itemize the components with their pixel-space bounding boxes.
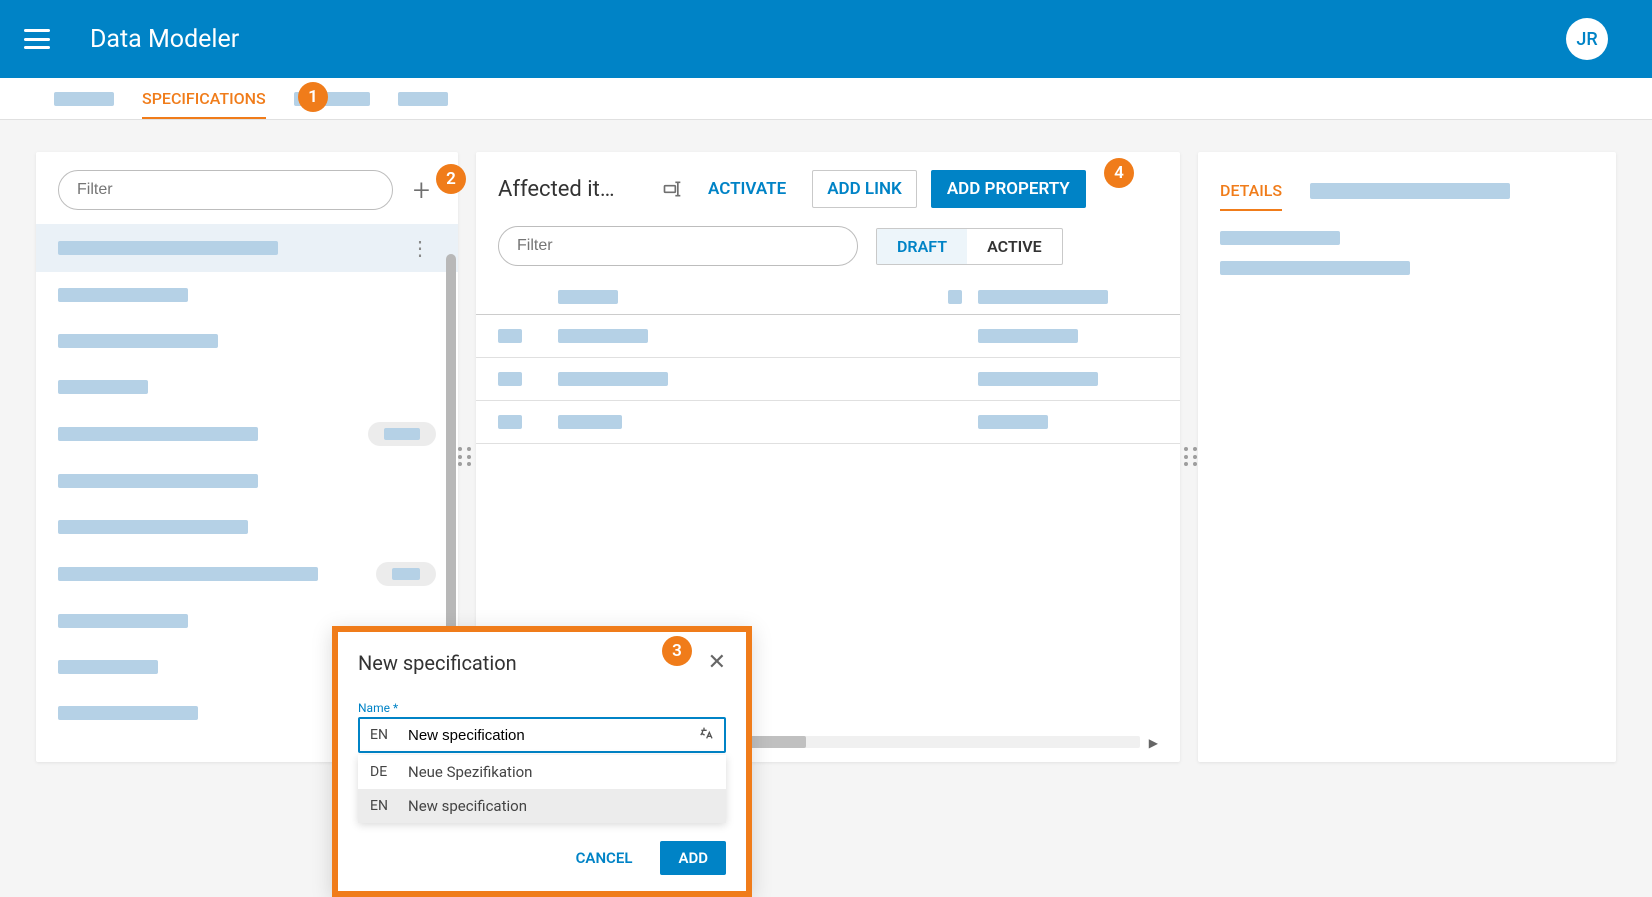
tab-bar: SPECIFICATIONS [0,78,1652,120]
filter-input[interactable] [517,237,839,255]
panel-title: Affected it… [498,177,648,202]
list-item[interactable] [36,550,458,598]
callout-1: 1 [298,82,328,112]
list-item[interactable] [36,410,458,458]
dropdown-option[interactable]: DE Neue Spezifikation [358,755,726,789]
draft-toggle[interactable]: DRAFT [877,229,967,264]
cancel-button[interactable]: CANCEL [562,841,647,875]
callout-3: 3 [662,636,692,666]
add-spec-button[interactable]: + [407,173,436,208]
badge [368,422,436,446]
badge [376,562,436,586]
tab-item[interactable] [54,92,114,106]
app-title: Data Modeler [90,25,239,54]
callout-4: 4 [1104,158,1134,188]
scroll-right-icon[interactable]: ▶ [1149,736,1158,750]
close-icon[interactable]: ✕ [708,650,726,675]
tab-details[interactable]: DETAILS [1220,170,1282,211]
filter-input-wrapper [498,226,858,266]
table-row[interactable] [476,358,1180,401]
active-toggle[interactable]: ACTIVE [967,229,1062,264]
lang-dropdown: DE Neue Spezifikation EN New specificati… [358,755,726,823]
filter-input-wrapper [58,170,393,210]
panel-details: DETAILS [1198,152,1616,762]
detail-row [1220,261,1410,275]
drag-handle-icon[interactable] [458,447,472,467]
app-header: Data Modeler JR [0,0,1652,78]
dialog-title: New specification [358,651,517,675]
tab-specifications[interactable]: SPECIFICATIONS [142,78,266,119]
avatar[interactable]: JR [1566,18,1608,60]
tab-item[interactable] [398,92,448,106]
add-link-button[interactable]: ADD LINK [812,170,917,208]
name-input[interactable] [408,727,688,744]
table-row[interactable] [476,401,1180,444]
callout-2: 2 [436,164,466,194]
table-header [476,280,1180,315]
list-item[interactable] [36,318,458,364]
rename-icon[interactable] [662,179,682,199]
list-item[interactable] [36,364,458,410]
name-field-label: Name * [358,701,726,715]
list-item[interactable] [36,504,458,550]
name-input-wrapper: EN [358,717,726,753]
list-item[interactable] [36,458,458,504]
dropdown-option[interactable]: EN New specification [358,789,726,823]
kebab-icon[interactable]: ⋮ [404,236,436,260]
add-button[interactable]: ADD [660,841,726,875]
list-item[interactable]: ⋮ [36,224,458,272]
list-item[interactable] [36,272,458,318]
activate-button[interactable]: ACTIVATE [696,171,798,207]
lang-tag: EN [370,727,398,743]
status-toggle: DRAFT ACTIVE [876,228,1063,265]
filter-input[interactable] [77,181,374,199]
hamburger-icon[interactable] [24,29,50,49]
workspace: + ⋮ [0,120,1652,883]
translate-icon[interactable] [698,725,714,745]
new-spec-dialog: New specification ✕ Name * EN DE Neue Sp… [332,626,752,897]
table-row[interactable] [476,315,1180,358]
add-property-button[interactable]: ADD PROPERTY [931,170,1086,208]
tab-item[interactable] [1310,183,1510,199]
drag-handle-icon[interactable] [1184,447,1198,467]
detail-row [1220,231,1340,245]
